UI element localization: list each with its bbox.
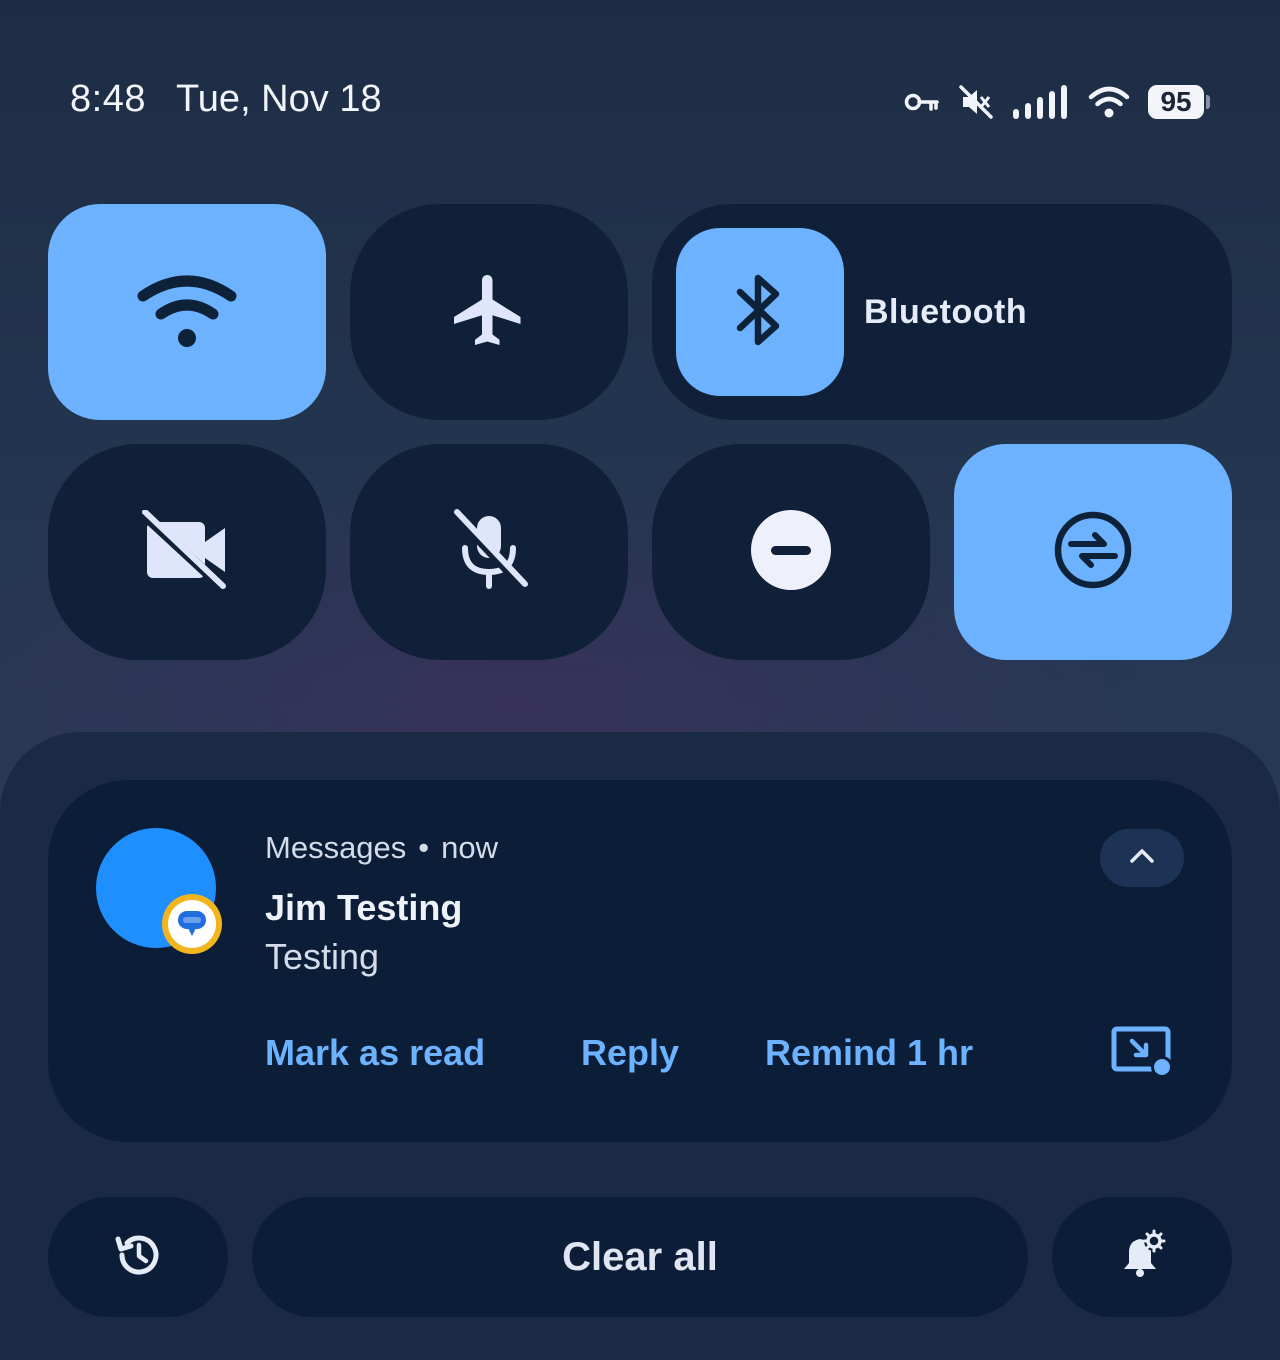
- notification-separator: •: [418, 830, 430, 865]
- notification-app-name: Messages: [265, 830, 407, 865]
- status-icons: 95: [904, 80, 1210, 124]
- messages-app-badge: [162, 894, 222, 954]
- vpn-key-icon: [904, 90, 940, 114]
- reply-button[interactable]: Reply: [581, 1032, 679, 1074]
- battery-indicator: 95: [1148, 84, 1210, 120]
- wifi-signal-icon: [1088, 85, 1130, 119]
- status-time: 8:48: [70, 78, 146, 120]
- do-not-disturb-icon: [751, 509, 831, 595]
- clear-all-label: Clear all: [562, 1234, 718, 1279]
- bell-settings-icon: [1116, 1229, 1168, 1286]
- bluetooth-label: Bluetooth: [864, 292, 1028, 331]
- bluetooth-toggle[interactable]: [676, 228, 844, 396]
- cellular-signal-icon: [1012, 85, 1070, 119]
- status-bar: 8:48 Tue, Nov 18 95: [0, 0, 1280, 200]
- vibrate-off-icon: [958, 84, 994, 120]
- battery-level: 95: [1148, 85, 1205, 119]
- notification-title: Jim Testing: [265, 887, 463, 928]
- camera-off-icon: [138, 508, 233, 595]
- history-icon: [113, 1230, 163, 1285]
- wifi-tile[interactable]: [48, 204, 326, 420]
- remind-button[interactable]: Remind 1 hr: [765, 1032, 973, 1074]
- messages-app-icon: [168, 900, 216, 948]
- notification-card[interactable]: [48, 780, 1232, 1142]
- sync-icon: [1051, 508, 1135, 597]
- camera-access-tile[interactable]: [48, 444, 326, 660]
- airplane-mode-tile[interactable]: [350, 204, 628, 420]
- auto-rotate-tile[interactable]: [954, 444, 1232, 660]
- status-date: Tue, Nov 18: [176, 78, 382, 120]
- mic-off-icon: [447, 508, 531, 597]
- bluetooth-tile[interactable]: Bluetooth: [652, 204, 1232, 420]
- notification-meta: Messages • now: [265, 830, 498, 866]
- notification-text: Testing: [265, 936, 380, 977]
- collapse-button[interactable]: [1100, 829, 1184, 887]
- notification-time: now: [441, 830, 499, 865]
- bluetooth-icon: [730, 270, 790, 355]
- airplane-icon: [447, 268, 531, 357]
- battery-tip: [1206, 95, 1210, 109]
- notification-settings-button[interactable]: [1052, 1197, 1232, 1317]
- wifi-icon: [137, 272, 237, 353]
- picture-in-picture-icon: [1110, 1025, 1176, 1086]
- do-not-disturb-tile[interactable]: [652, 444, 930, 660]
- bubble-button[interactable]: [1108, 1025, 1178, 1085]
- chevron-up-icon: [1129, 848, 1155, 869]
- notification-history-button[interactable]: [48, 1197, 228, 1317]
- mark-as-read-button[interactable]: Mark as read: [265, 1032, 485, 1074]
- clear-all-button[interactable]: Clear all: [252, 1197, 1028, 1317]
- mic-access-tile[interactable]: [350, 444, 628, 660]
